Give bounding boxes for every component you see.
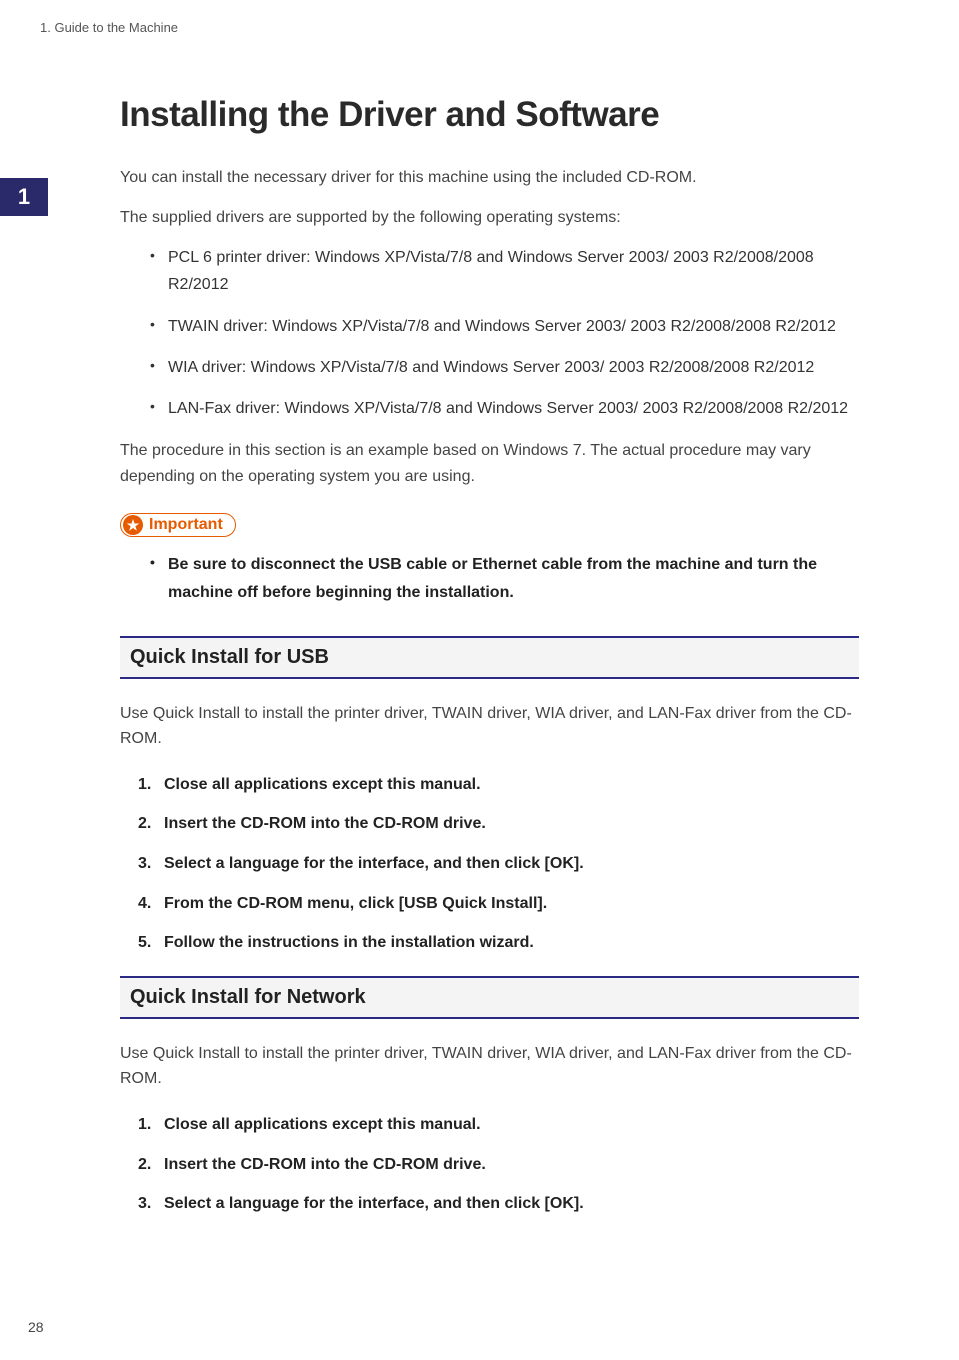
page-number: 28 [28, 1319, 44, 1335]
list-item: LAN-Fax driver: Windows XP/Vista/7/8 and… [150, 395, 859, 422]
step-item: From the CD-ROM menu, click [USB Quick I… [138, 891, 859, 917]
list-item: Be sure to disconnect the USB cable or E… [150, 551, 859, 605]
intro-paragraph-3: The procedure in this section is an exam… [120, 438, 859, 489]
driver-support-list: PCL 6 printer driver: Windows XP/Vista/7… [150, 244, 859, 422]
intro-paragraph-1: You can install the necessary driver for… [120, 165, 859, 191]
section-heading-usb: Quick Install for USB [120, 636, 859, 679]
list-item: PCL 6 printer driver: Windows XP/Vista/7… [150, 244, 859, 298]
page-content: Installing the Driver and Software You c… [0, 95, 899, 1217]
network-steps-list: Close all applications except this manua… [138, 1112, 859, 1217]
step-item: Insert the CD-ROM into the CD-ROM drive. [138, 811, 859, 837]
step-item: Close all applications except this manua… [138, 1112, 859, 1138]
chapter-header: 1. Guide to the Machine [0, 20, 899, 35]
section-heading-network: Quick Install for Network [120, 976, 859, 1019]
usb-steps-list: Close all applications except this manua… [138, 772, 859, 956]
important-label: Important [149, 516, 223, 534]
intro-paragraph-2: The supplied drivers are supported by th… [120, 205, 859, 231]
list-item: WIA driver: Windows XP/Vista/7/8 and Win… [150, 354, 859, 381]
section-paragraph: Use Quick Install to install the printer… [120, 701, 859, 752]
section-title: Quick Install for Network [130, 986, 849, 1009]
important-list: Be sure to disconnect the USB cable or E… [150, 551, 859, 605]
step-item: Select a language for the interface, and… [138, 851, 859, 877]
important-badge: ★ Important [120, 513, 236, 537]
step-item: Close all applications except this manua… [138, 772, 859, 798]
chapter-tab: 1 [0, 178, 48, 216]
step-item: Select a language for the interface, and… [138, 1191, 859, 1217]
step-item: Follow the instructions in the installat… [138, 930, 859, 956]
page-title: Installing the Driver and Software [120, 95, 859, 135]
star-icon: ★ [123, 515, 143, 535]
section-title: Quick Install for USB [130, 646, 849, 669]
step-item: Insert the CD-ROM into the CD-ROM drive. [138, 1152, 859, 1178]
section-paragraph: Use Quick Install to install the printer… [120, 1041, 859, 1092]
list-item: TWAIN driver: Windows XP/Vista/7/8 and W… [150, 313, 859, 340]
